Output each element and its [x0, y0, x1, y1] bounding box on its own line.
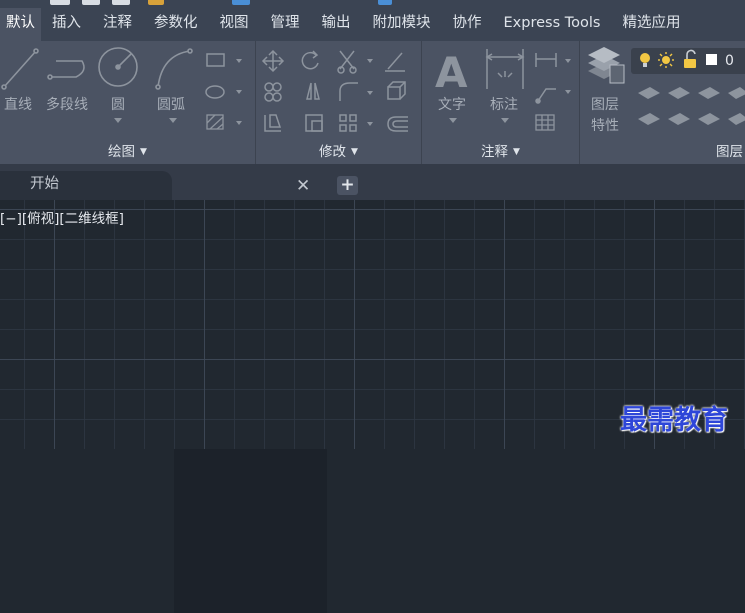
tab-featured-apps[interactable]: 精选应用 [611, 8, 691, 41]
modify-panel-title-text: 修改 [319, 144, 347, 160]
circle-dropdown-icon[interactable] [114, 118, 122, 123]
layers-panel: 0 图层 特性 图层 [580, 41, 745, 164]
table-icon[interactable] [535, 114, 555, 131]
arc-icon[interactable] [155, 48, 193, 90]
hatch-icon[interactable] [206, 114, 224, 130]
layer-name-text: 0 [725, 53, 734, 69]
layers-panel-title[interactable]: 图层 [580, 140, 745, 160]
tab-view[interactable]: 视图 [209, 8, 260, 41]
copy-icon[interactable] [264, 82, 282, 102]
erase-icon[interactable] [385, 52, 405, 72]
linear-dim-icon[interactable] [535, 53, 557, 67]
layer-color-swatch [706, 54, 717, 65]
arc-tool-label: 圆弧 [157, 97, 185, 113]
scale-icon[interactable] [305, 114, 323, 132]
array-3d-icon[interactable] [387, 81, 406, 100]
draw-panel: 直线 多段线 圆 圆弧 绘图 ▼ [0, 41, 256, 164]
ribbon-tab-bar: 默认 插入 注释 参数化 视图 管理 输出 附加模块 协作 Express To… [0, 8, 745, 41]
dimension-dropdown-icon[interactable] [501, 118, 509, 123]
rectangle-icon[interactable] [206, 53, 225, 67]
draw-panel-title[interactable]: 绘图 ▼ [0, 140, 255, 160]
rotate-icon[interactable] [301, 50, 319, 70]
ellipse-icon[interactable] [205, 85, 225, 99]
stretch-icon[interactable] [264, 114, 282, 132]
drawing-canvas[interactable]: [−][俯视][二维线框] 最需教育 [0, 200, 745, 449]
file-tab-bar: 开始 Drawing1 ✕ + [0, 164, 745, 613]
tab-annotate[interactable]: 注释 [92, 8, 143, 41]
layer-properties-icon[interactable] [588, 47, 625, 84]
move-icon[interactable] [261, 49, 285, 73]
linear-dim-dropdown-icon[interactable] [565, 59, 571, 63]
offset-icon[interactable] [387, 116, 408, 132]
text-tool-label: 文字 [438, 97, 466, 113]
tab-output[interactable]: 输出 [311, 8, 362, 41]
ribbon-panels: 直线 多段线 圆 圆弧 绘图 ▼ 修改 ▼ A 文字 标注 注释 ▼ 0 图层 … [0, 41, 745, 164]
annotation-panel-title[interactable]: 注释 ▼ [422, 140, 579, 160]
tab-parametric[interactable]: 参数化 [143, 8, 209, 41]
fillet-icon[interactable] [339, 82, 358, 101]
polyline-tool-label: 多段线 [46, 97, 88, 113]
tab-default[interactable]: 默认 [0, 8, 41, 41]
trim-dropdown-icon[interactable] [367, 59, 373, 63]
chevron-down-icon: ▼ [140, 147, 147, 157]
chevron-down-icon: ▼ [513, 147, 520, 157]
polyline-icon[interactable] [47, 60, 85, 80]
layer-properties-label-1: 图层 [591, 97, 619, 113]
text-dropdown-icon[interactable] [449, 118, 457, 123]
fillet-dropdown-icon[interactable] [367, 91, 373, 95]
circle-icon[interactable] [98, 47, 138, 87]
array-dropdown-icon[interactable] [367, 122, 373, 126]
tab-addins[interactable]: 附加模块 [362, 8, 442, 41]
layer-properties-label-2: 特性 [591, 118, 619, 134]
tab-insert[interactable]: 插入 [41, 8, 92, 41]
line-tool-label: 直线 [4, 97, 32, 113]
layer-tools-icons[interactable] [638, 87, 745, 125]
hatch-dropdown-icon[interactable] [236, 121, 242, 125]
tab-collaborate[interactable]: 协作 [442, 8, 493, 41]
rectangle-dropdown-icon[interactable] [236, 59, 242, 63]
viewport-controls-label[interactable]: [−][俯视][二维线框] [0, 207, 124, 227]
annotation-panel-title-text: 注释 [481, 144, 509, 160]
circle-tool-label: 圆 [111, 97, 125, 113]
leader-icon[interactable] [535, 88, 556, 104]
annotation-panel: A 文字 标注 注释 ▼ [422, 41, 580, 164]
leader-dropdown-icon[interactable] [565, 90, 571, 94]
text-tool-icon[interactable]: A [435, 48, 468, 97]
tab-manage[interactable]: 管理 [260, 8, 311, 41]
draw-panel-title-text: 绘图 [108, 144, 136, 160]
title-bar-strip [0, 0, 745, 8]
line-icon[interactable] [1, 48, 39, 90]
tab-express-tools[interactable]: Express Tools [493, 8, 612, 41]
modify-panel: 修改 ▼ [256, 41, 422, 164]
watermark-text: 最需教育 [620, 405, 728, 436]
layers-panel-title-text: 图层 [716, 144, 743, 160]
mirror-icon[interactable] [306, 82, 320, 100]
trim-icon[interactable] [337, 50, 357, 74]
close-icon[interactable]: ✕ [296, 176, 310, 196]
dimension-tool-label: 标注 [490, 97, 518, 113]
chevron-down-icon: ▼ [351, 147, 358, 157]
rect-array-icon[interactable] [339, 114, 357, 132]
modify-panel-title[interactable]: 修改 ▼ [256, 140, 421, 160]
dimension-icon[interactable] [485, 49, 525, 89]
tab-start[interactable]: 开始 [0, 171, 172, 200]
new-tab-button[interactable]: + [337, 176, 358, 195]
ellipse-dropdown-icon[interactable] [236, 90, 242, 94]
arc-dropdown-icon[interactable] [169, 118, 177, 123]
